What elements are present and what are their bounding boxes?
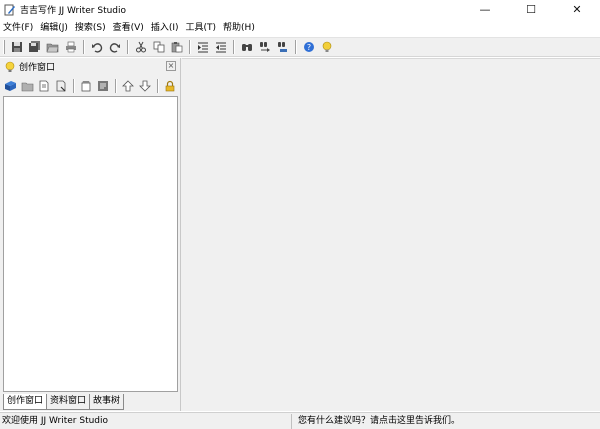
tab-writing-window[interactable]: 创作窗口 [3,394,48,410]
tab-story-tree[interactable]: 故事树 [89,394,125,410]
find-icon[interactable] [238,39,255,55]
open-folder-icon[interactable] [44,39,61,55]
toolbar-separator [73,79,75,93]
lightbulb-icon [4,61,16,73]
toolbar-separator [189,40,191,54]
redo-icon[interactable] [106,39,123,55]
paste-icon[interactable] [168,39,185,55]
close-button[interactable]: ✕ [554,0,600,19]
panel-toolbar [2,77,179,95]
panel-close-button[interactable]: × [166,61,176,71]
menu-search[interactable]: 搜索(S) [72,20,110,36]
window-controls: — ☐ ✕ [462,0,600,19]
toolbar-separator [127,40,129,54]
main-area: 创作窗口 × 创作窗口 资料窗口 故事树 [0,58,600,411]
help-icon[interactable]: ? [300,39,317,55]
toolbar-separator [295,40,297,54]
svg-text:?: ? [306,43,310,52]
outdent-icon[interactable] [212,39,229,55]
book-icon[interactable] [2,78,18,94]
title-bar: 吉吉写作 JJ Writer Studio — ☐ ✕ [0,0,600,19]
toolbar-grip[interactable] [3,40,5,54]
menu-view[interactable]: 查看(V) [110,20,148,36]
panel-title: 创作窗口 [19,63,56,73]
properties-icon[interactable] [78,78,94,94]
window-title: 吉吉写作 JJ Writer Studio [20,6,127,16]
pen-document-icon [4,4,16,16]
menu-bar: 文件(F) 编辑(J) 搜索(S) 查看(V) 插入(I) 工具(T) 帮助(H… [0,20,600,36]
print-icon[interactable] [62,39,79,55]
undo-icon[interactable] [88,39,105,55]
status-welcome: 欢迎使用 JJ Writer Studio [0,413,292,429]
doc-icon[interactable] [53,78,69,94]
panel-header: 创作窗口 [0,58,181,75]
folder-icon[interactable] [19,78,35,94]
menu-tools[interactable]: 工具(T) [183,20,221,36]
toolbar-separator [115,79,117,93]
menu-edit[interactable]: 编辑(J) [37,20,72,36]
find-next-icon[interactable] [274,39,291,55]
lock-icon[interactable] [162,78,178,94]
toolbar-separator [157,79,159,93]
status-bar: 欢迎使用 JJ Writer Studio 您有什么建议吗？请点击这里告诉我们。 [0,412,600,429]
menu-file[interactable]: 文件(F) [0,20,37,36]
move-up-icon[interactable] [120,78,136,94]
replace-icon[interactable] [256,39,273,55]
cut-icon[interactable] [132,39,149,55]
writing-tree[interactable] [3,96,178,392]
feedback-link[interactable]: 您有什么建议吗？请点击这里告诉我们。 [292,414,460,429]
minimize-button[interactable]: — [462,0,508,19]
move-down-icon[interactable] [137,78,153,94]
save-all-icon[interactable] [26,39,43,55]
save-icon[interactable] [8,39,25,55]
copy-icon[interactable] [150,39,167,55]
indent-icon[interactable] [194,39,211,55]
panel-tabs: 创作窗口 资料窗口 故事树 [3,394,125,410]
tab-material-window[interactable]: 资料窗口 [46,394,91,410]
tip-icon[interactable] [318,39,335,55]
menu-insert[interactable]: 插入(I) [148,20,183,36]
maximize-button[interactable]: ☐ [508,0,554,19]
menu-help[interactable]: 帮助(H) [220,20,259,36]
editor-area[interactable] [182,58,600,411]
new-doc-icon[interactable] [36,78,52,94]
toolbar-separator [83,40,85,54]
notes-icon[interactable] [95,78,111,94]
writing-panel: 创作窗口 × 创作窗口 资料窗口 故事树 [0,58,181,411]
toolbar-separator [233,40,235,54]
main-toolbar: ? [0,37,600,57]
